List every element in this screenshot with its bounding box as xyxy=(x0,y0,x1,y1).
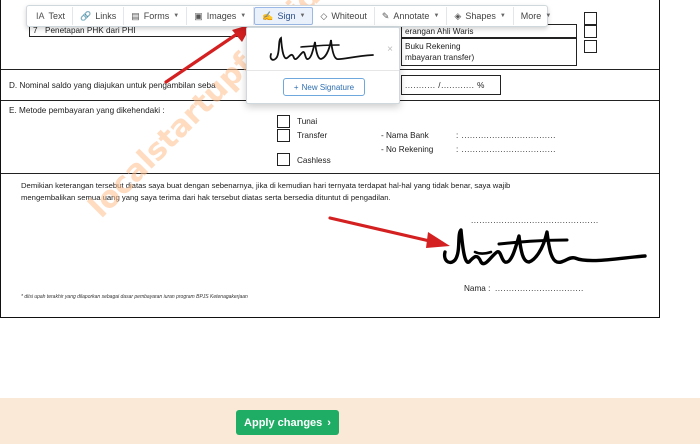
name-field[interactable]: ................................ xyxy=(495,284,584,293)
shapes-icon: ◈ xyxy=(454,10,462,21)
caret-down-icon: ▼ xyxy=(545,13,552,19)
link-icon: 🔗 xyxy=(80,10,92,21)
images-icon: ▣ xyxy=(194,10,203,21)
checkbox-transfer[interactable] xyxy=(277,129,290,142)
bank-book-text-2: mbayaran transfer) xyxy=(405,53,475,62)
toolbar-label: Whiteout xyxy=(331,11,367,21)
apply-changes-button[interactable]: Apply changes › xyxy=(236,410,339,435)
whiteout-icon: ◇ xyxy=(320,10,328,21)
label-cashless: Cashless xyxy=(297,156,331,165)
label-transfer: Transfer xyxy=(297,131,328,140)
checkbox-row-a[interactable] xyxy=(584,12,597,25)
checkbox-row-b[interactable] xyxy=(584,25,597,38)
toolbar-label: Links xyxy=(95,11,117,21)
toolbar-more-button[interactable]: More ▼ xyxy=(514,7,558,25)
section-divider xyxy=(1,173,659,174)
toolbar-sign-button[interactable]: ✍ Sign ▼ xyxy=(254,7,314,25)
signature-dropdown: × + New Signature xyxy=(246,27,400,104)
bank-name-field[interactable]: : .................................. xyxy=(456,131,556,140)
new-signature-label: New Signature xyxy=(301,82,355,92)
name-label: Nama : xyxy=(464,284,491,293)
toolbar-text-button[interactable]: IA Text xyxy=(29,7,74,25)
toolbar-links-button[interactable]: 🔗 Links xyxy=(73,7,125,25)
label-tunai: Tunai xyxy=(297,117,318,126)
account-number-field[interactable]: : .................................. xyxy=(456,145,556,154)
bank-book-text-1: Buku Rekening xyxy=(405,42,461,51)
arrow-to-sign-icon xyxy=(164,24,252,84)
caret-down-icon: ▼ xyxy=(499,13,506,19)
caret-down-icon: ▼ xyxy=(299,13,306,19)
footnote: * diisi upah terakhir yang dilaporkan se… xyxy=(21,294,248,300)
toolbar-forms-button[interactable]: ▤ Forms ▼ xyxy=(124,7,188,25)
action-bar: Apply changes › xyxy=(0,398,700,444)
saved-signature-preview[interactable] xyxy=(257,32,377,66)
checkbox-row-c[interactable] xyxy=(584,40,597,53)
forms-icon: ▤ xyxy=(131,10,140,21)
row7-number: 7 xyxy=(33,26,38,35)
chevron-right-icon: › xyxy=(327,416,331,429)
checkbox-tunai[interactable] xyxy=(277,115,290,128)
sign-icon: ✍ xyxy=(262,10,274,21)
arrow-to-signature-icon xyxy=(328,216,450,248)
section-e-label: E. Metode pembayaran yang dikehendaki : xyxy=(9,106,165,115)
toolbar-label: Shapes xyxy=(465,11,496,21)
new-signature-button[interactable]: + New Signature xyxy=(283,78,365,96)
caret-down-icon: ▼ xyxy=(240,13,247,19)
dropdown-divider xyxy=(247,70,399,71)
percent-field: ........... /............ % xyxy=(405,81,485,90)
caret-down-icon: ▼ xyxy=(433,13,440,19)
toolbar-label: More xyxy=(520,11,542,21)
plus-icon: + xyxy=(293,82,299,92)
toolbar-shapes-button[interactable]: ◈ Shapes ▼ xyxy=(447,7,514,25)
document-viewport: 7 Penetapan PHK dari PHI erangan Ahli Wa… xyxy=(0,0,700,398)
caret-down-icon: ▼ xyxy=(173,13,180,19)
toolbar-label: Annotate xyxy=(393,11,430,21)
apply-changes-label: Apply changes xyxy=(244,416,323,429)
toolbar-label: Forms xyxy=(143,11,170,21)
toolbar-images-button[interactable]: ▣ Images ▼ xyxy=(187,7,255,25)
checkbox-cashless[interactable] xyxy=(277,153,290,166)
close-icon[interactable]: × xyxy=(387,44,393,55)
toolbar-whiteout-button[interactable]: ◇ Whiteout xyxy=(313,7,375,25)
row7-text: Penetapan PHK dari PHI xyxy=(45,26,136,35)
toolbar-annotate-button[interactable]: ✎ Annotate ▼ xyxy=(375,7,448,25)
declaration-line-2: mengembalikan semua uang yang saya terim… xyxy=(21,193,391,202)
account-number-label: - No Rekening xyxy=(381,145,434,154)
toolbar-label: Sign xyxy=(277,11,296,21)
toolbar-label: Text xyxy=(48,11,66,21)
text-icon: IA xyxy=(36,11,45,21)
annotate-icon: ✎ xyxy=(381,10,390,21)
bank-name-label: - Nama Bank xyxy=(381,131,429,140)
placed-signature[interactable] xyxy=(439,222,649,277)
editor-toolbar: IA Text 🔗 Links ▤ Forms ▼ ▣ Images ▼ ✍ Sign ▼ ◇ Whiteo… xyxy=(26,5,551,27)
toolbar-label: Images xyxy=(206,11,237,21)
heir-document-text: erangan Ahli Waris xyxy=(405,27,474,36)
